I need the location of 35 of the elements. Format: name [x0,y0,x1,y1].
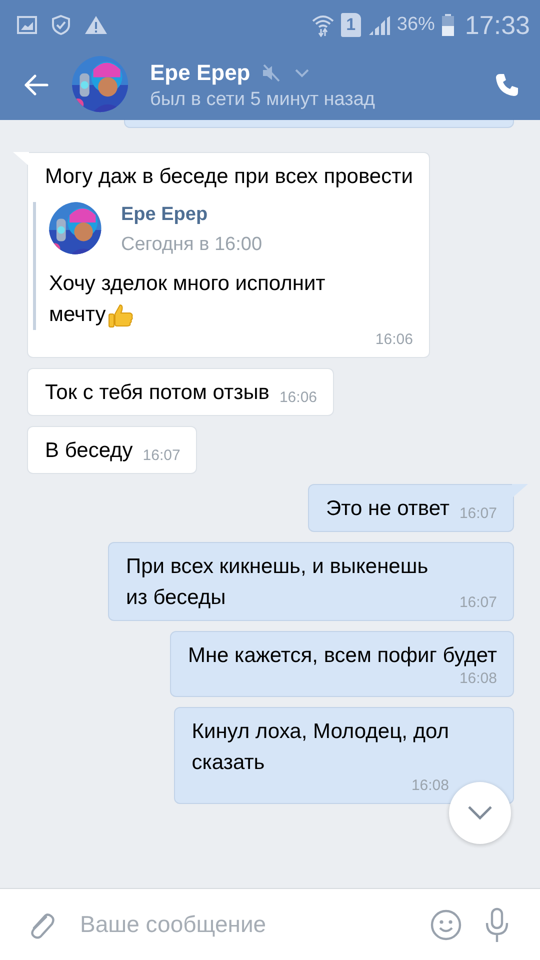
phone-icon[interactable] [494,72,520,98]
message-input[interactable]: Ваше сообщение [78,910,408,939]
battery-icon [440,13,455,37]
message-date: Сегодня в 16:00 [121,234,262,256]
message-text: Это не ответ [326,496,450,522]
message-text: В беседу [45,438,133,464]
sim-card-icon: 1 [340,13,361,37]
wifi-icon [310,13,335,37]
message-time: 16:07 [459,504,497,524]
image-icon [16,14,38,36]
message-text: Мне кажется, всем пофиг будет [188,644,497,667]
smiley-icon[interactable] [430,908,462,940]
last-seen-status: был в сети 5 минут назад [150,88,376,110]
scroll-down-button[interactable] [449,782,511,844]
sender-name[interactable]: Ере Ерер [121,204,262,226]
message-time: 16:08 [410,776,449,796]
shield-check-icon [50,14,72,36]
message-text: При всех кикнешь, и выкенешь из беседы [126,554,430,611]
signal-icon [366,14,391,36]
message-time: 16:06 [374,330,413,350]
message-time: 16:07 [142,446,180,466]
clock: 17:33 [464,10,530,40]
battery-percent: 36% [396,14,435,36]
message-text: Хочу зделок много исполнит [49,271,326,297]
message-text: Могу даж в беседе при всех провести [45,165,413,188]
message-text: мечту [49,302,106,328]
message-time: 16:08 [458,669,497,689]
microphone-icon[interactable] [484,906,510,942]
message-text: Ток с тебя потом отзыв [45,380,270,406]
contact-name[interactable]: Ере Ерер [150,60,250,86]
message-time: 16:07 [459,593,497,613]
message-text: Кинул лоха, Молодец, дол сказать [192,720,449,774]
message-time: 16:06 [279,388,318,408]
warning-icon [84,14,108,36]
chevron-down-icon [467,805,493,821]
